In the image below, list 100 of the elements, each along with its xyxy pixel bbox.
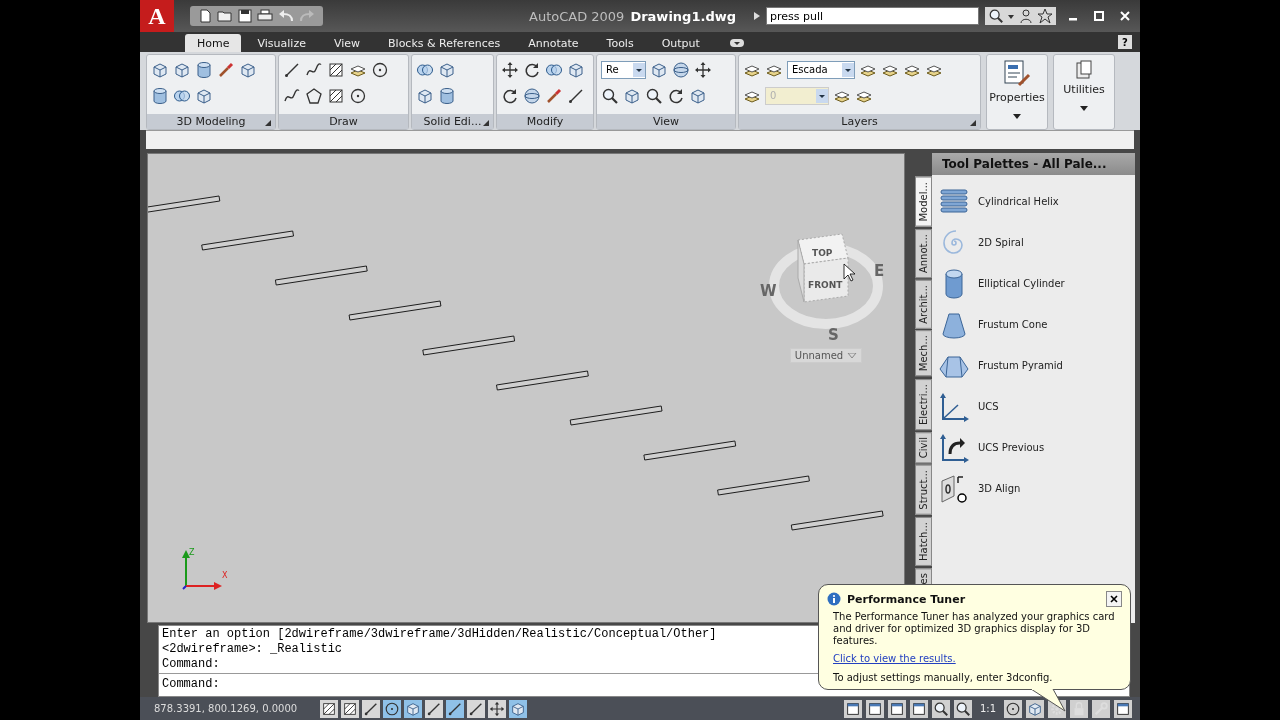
toggle-line-icon[interactable] xyxy=(467,699,485,718)
lock-icon[interactable] xyxy=(1070,699,1088,718)
palette-tab[interactable]: Annot... xyxy=(915,228,932,278)
hatch-icon[interactable] xyxy=(327,86,345,105)
circle-icon[interactable] xyxy=(1004,699,1022,718)
new-file-icon[interactable] xyxy=(198,9,212,23)
launcher-icon[interactable] xyxy=(970,120,976,126)
search-icon[interactable] xyxy=(988,8,1004,24)
cylinder-icon[interactable] xyxy=(438,86,456,105)
palette-tool[interactable]: Elliptical Cylinder xyxy=(978,278,1065,289)
palette-tool[interactable]: UCS xyxy=(978,401,999,412)
toggle-circle-icon[interactable] xyxy=(383,699,401,718)
palette-tab[interactable]: Archit... xyxy=(915,279,932,329)
view-cube[interactable] xyxy=(797,233,849,303)
move-icon[interactable] xyxy=(693,60,712,79)
zoom-icon[interactable] xyxy=(601,86,619,105)
ribbon-tab[interactable]: Tools xyxy=(594,34,646,52)
close-icon[interactable] xyxy=(1120,11,1130,21)
pentagon-icon[interactable] xyxy=(305,86,323,105)
minimize-ribbon-icon[interactable] xyxy=(729,39,744,47)
expand-arrow-icon[interactable] xyxy=(754,12,760,20)
ribbon-tab[interactable]: View xyxy=(321,34,373,52)
palette-tab[interactable]: Civil xyxy=(915,431,932,463)
launcher-icon[interactable] xyxy=(483,120,489,126)
hatch-icon[interactable] xyxy=(327,60,345,79)
search-field[interactable]: press pull xyxy=(766,7,979,25)
brush-icon[interactable] xyxy=(545,86,563,105)
toggle-line-icon[interactable] xyxy=(425,699,443,718)
move-icon[interactable] xyxy=(501,60,519,79)
maximize-icon[interactable] xyxy=(1094,11,1104,21)
cube-icon[interactable] xyxy=(1026,699,1044,718)
caret-icon[interactable] xyxy=(1013,114,1021,119)
help-button[interactable]: ? xyxy=(1118,35,1132,49)
ribbon-tab[interactable]: Visualize xyxy=(245,34,318,52)
ribbon-tab[interactable]: Home xyxy=(185,34,242,52)
close-icon xyxy=(1110,595,1118,603)
zoom-icon[interactable] xyxy=(953,699,972,718)
view-menu-button[interactable]: Unnamed xyxy=(789,348,863,363)
view-results-link[interactable]: Click to view the results. xyxy=(833,653,956,664)
command-prompt[interactable]: Command: xyxy=(162,677,220,691)
zoom-icon[interactable] xyxy=(931,699,950,718)
panel-title: View xyxy=(652,115,680,128)
cylinder-icon[interactable] xyxy=(195,60,213,79)
window-icon[interactable] xyxy=(843,699,862,718)
caret-icon[interactable] xyxy=(1080,106,1088,111)
window-icon[interactable] xyxy=(1114,699,1132,718)
clipboard-icon[interactable] xyxy=(1074,59,1094,81)
wrench-icon[interactable] xyxy=(1092,699,1110,718)
application-button[interactable]: A xyxy=(140,0,174,32)
window-icon[interactable] xyxy=(909,699,928,718)
zoom-icon[interactable] xyxy=(645,86,663,105)
circle-icon[interactable] xyxy=(371,60,389,79)
ribbon-tab[interactable]: Annotate xyxy=(516,34,591,52)
dropdown[interactable]: Re xyxy=(601,60,646,79)
folder-icon[interactable] xyxy=(217,9,233,23)
palette-tab[interactable]: Model... xyxy=(915,177,932,227)
cylinder-icon[interactable] xyxy=(151,86,169,105)
palette-tab[interactable]: Mech... xyxy=(915,330,932,377)
circle-icon[interactable] xyxy=(349,86,367,105)
toggle-cube-icon[interactable] xyxy=(509,699,527,718)
dropdown[interactable]: Escada xyxy=(787,60,855,79)
palette-tool[interactable]: Frustum Pyramid xyxy=(978,360,1063,371)
toggle-move-icon[interactable] xyxy=(488,699,506,718)
toggle-hatch-icon[interactable] xyxy=(320,699,338,718)
brush-icon[interactable] xyxy=(217,60,235,79)
close-button[interactable] xyxy=(1106,591,1122,607)
palette-tool[interactable]: 3D Align xyxy=(978,483,1021,494)
toggle-line-icon[interactable] xyxy=(446,699,464,718)
toggle-hatch-icon[interactable] xyxy=(341,699,359,718)
window-icon[interactable] xyxy=(865,699,884,718)
launcher-icon[interactable] xyxy=(265,120,271,126)
ribbon-tab[interactable]: Output xyxy=(649,34,712,52)
palette-tool[interactable]: Frustum Cone xyxy=(978,319,1048,330)
palette-tool[interactable]: Cylindrical Helix xyxy=(978,196,1059,207)
line-icon[interactable] xyxy=(567,86,585,105)
caret-icon[interactable] xyxy=(841,62,854,77)
sphere-icon[interactable] xyxy=(523,86,541,105)
save-icon[interactable] xyxy=(238,9,252,23)
printer-icon[interactable] xyxy=(257,9,273,23)
palette-tool[interactable]: UCS Previous xyxy=(978,442,1045,453)
star-icon[interactable] xyxy=(1037,8,1053,24)
align-icon[interactable] xyxy=(938,472,970,505)
info-icon xyxy=(827,592,841,606)
toggle-line-icon[interactable] xyxy=(362,699,380,718)
palette-tab[interactable]: Electri... xyxy=(915,378,932,430)
palette-tool[interactable]: 2D Spiral xyxy=(978,237,1024,248)
toggle-cube-icon[interactable] xyxy=(404,699,422,718)
window-icon[interactable] xyxy=(887,699,906,718)
palette-tab[interactable]: Hatch... xyxy=(915,516,932,566)
sphere-icon[interactable] xyxy=(671,60,690,79)
panel-title: Properties xyxy=(989,91,1045,104)
annotation-scale-button[interactable]: 1:1 xyxy=(975,703,1000,714)
line-icon[interactable] xyxy=(283,60,301,79)
palette-tab[interactable]: Struct... xyxy=(915,464,932,515)
command-history-line: Enter an option [2dwireframe/3dwireframe/3dHidden/Realistic/Conceptual/Other] xyxy=(162,627,717,642)
panel-title: Solid Edi... xyxy=(423,115,482,128)
caret-icon[interactable] xyxy=(632,62,645,77)
panel-title: Modify xyxy=(526,115,564,128)
properties-icon[interactable] xyxy=(1001,59,1033,89)
ribbon-tab[interactable]: Blocks & References xyxy=(376,34,513,52)
